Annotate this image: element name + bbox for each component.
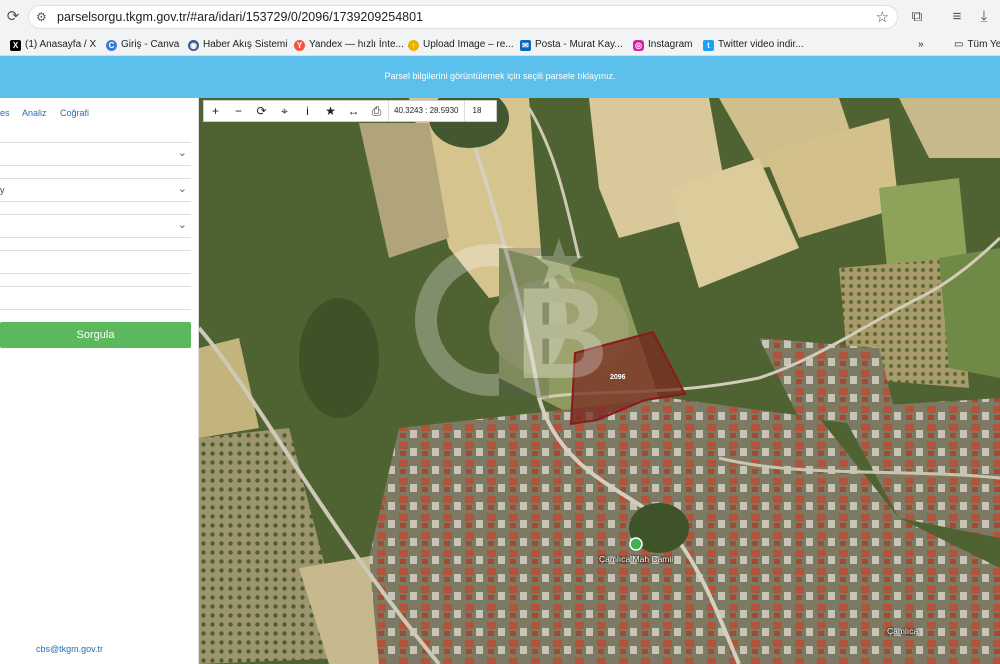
- map-toolbar: + − ⟳ ⌖ i ★ ↔ ⎙ 40.3243 : 28.5930 18: [203, 100, 497, 122]
- bookmark-item[interactable]: X (1) Anasayfa / X: [10, 37, 96, 53]
- upload-icon: ↑: [408, 39, 419, 51]
- bookmark-item[interactable]: Y Yandex — hızlı İnte...: [294, 37, 404, 53]
- bookmark-folder-label: Tüm Ye: [967, 39, 1000, 50]
- il-select[interactable]: ⌄: [0, 142, 191, 166]
- contact-email-link[interactable]: cbs@tkgm.gov.tr: [36, 644, 103, 654]
- extensions-icon[interactable]: ⧉: [908, 8, 926, 26]
- bookmark-label: Giriş - Canva: [121, 39, 180, 50]
- ilce-select[interactable]: y ⌄: [0, 178, 191, 202]
- locate-icon[interactable]: ⌖: [273, 101, 296, 121]
- bookmark-label: Upload Image – re...: [423, 39, 514, 50]
- instagram-icon: ◎: [633, 39, 644, 51]
- field-value: y: [0, 185, 5, 195]
- zoom-in-icon[interactable]: +: [204, 101, 227, 121]
- bookmark-item[interactable]: ✉ Posta - Murat Kay...: [520, 37, 623, 53]
- url-field[interactable]: ⚙ parselsorgu.tkgm.gov.tr/#ara/idari/153…: [28, 5, 898, 29]
- twitter-icon: t: [703, 39, 714, 51]
- chevron-down-icon: ⌄: [177, 183, 187, 195]
- bookmark-item[interactable]: ◎ Instagram: [633, 37, 692, 53]
- mosque-marker-icon[interactable]: [629, 537, 643, 551]
- browser-address-bar: ⟳ ⚙ parselsorgu.tkgm.gov.tr/#ara/idari/1…: [0, 0, 1000, 34]
- tab-analiz[interactable]: Analiz: [22, 108, 47, 118]
- measure-icon[interactable]: ↔: [342, 101, 365, 121]
- bookmark-item[interactable]: t Twitter video indir...: [703, 37, 804, 53]
- bookmarks-overflow[interactable]: »: [918, 37, 924, 53]
- bookmark-label: Posta - Murat Kay...: [535, 39, 623, 50]
- bookmark-label: Yandex — hızlı İnte...: [309, 39, 404, 50]
- site-info-icon[interactable]: ⚙: [36, 10, 47, 24]
- parcel-number-label: 2096: [610, 374, 626, 381]
- coordinate-readout: 40.3243 : 28.5930: [394, 106, 459, 115]
- bookmark-label: Twitter video indir...: [718, 39, 804, 50]
- tab-parsel[interactable]: es: [0, 108, 10, 118]
- reload-icon[interactable]: ⟳: [4, 8, 22, 26]
- x-logo-icon: X: [10, 39, 21, 51]
- zoom-out-icon[interactable]: −: [227, 101, 250, 121]
- bookmark-item[interactable]: ↑ Upload Image – re...: [408, 37, 514, 53]
- ada-input[interactable]: [0, 250, 191, 274]
- yandex-icon: Y: [294, 39, 305, 51]
- chevron-down-icon: ⌄: [177, 219, 187, 231]
- media-icon[interactable]: ≡: [948, 8, 966, 26]
- bookmark-label: (1) Anasayfa / X: [25, 39, 97, 50]
- satellite-imagery: B: [199, 98, 1000, 664]
- bookmark-label: Haber Akış Sistemi: [203, 39, 288, 50]
- bookmark-label: Instagram: [648, 39, 693, 50]
- favorite-icon[interactable]: ★: [319, 101, 342, 121]
- url-text: parselsorgu.tkgm.gov.tr/#ara/idari/15372…: [57, 10, 424, 24]
- parsel-input[interactable]: [0, 286, 191, 310]
- mail-icon: ✉: [520, 39, 531, 51]
- chevron-down-icon: ⌄: [177, 147, 187, 159]
- sorgula-button[interactable]: Sorgula: [0, 322, 191, 348]
- bookmarks-bar: X (1) Anasayfa / X C Giriş - Canva ◉ Hab…: [0, 34, 1000, 56]
- satellite-map[interactable]: B + − ⟳ ⌖ i ★ ↔ ⎙ 40.3243 : 28.5930 18 2…: [199, 98, 1000, 664]
- download-icon[interactable]: ⤓: [975, 8, 993, 26]
- zoom-level: 18: [472, 106, 482, 115]
- rss-icon: ◉: [188, 39, 199, 51]
- bookmark-folder[interactable]: ▭ Tüm Ye: [954, 37, 1000, 53]
- bookmark-item[interactable]: C Giriş - Canva: [106, 37, 179, 53]
- canva-icon: C: [106, 39, 117, 51]
- info-banner: Parsel bilgilerini görüntülemek için seç…: [0, 56, 1000, 98]
- place-label: Çamlıca: [887, 626, 919, 636]
- mahalle-select[interactable]: ⌄: [0, 214, 191, 238]
- info-icon[interactable]: i: [296, 101, 319, 121]
- tab-cografi[interactable]: Coğrafi: [60, 108, 89, 118]
- folder-icon: ▭: [954, 39, 964, 50]
- bookmark-star-icon[interactable]: ☆: [876, 8, 889, 26]
- svg-text:B: B: [515, 260, 609, 406]
- mosque-label: Çamlıca Mah Camii: [599, 554, 674, 564]
- bookmark-item[interactable]: ◉ Haber Akış Sistemi: [188, 37, 287, 53]
- print-icon[interactable]: ⎙: [365, 101, 388, 121]
- refresh-icon[interactable]: ⟳: [250, 101, 273, 121]
- info-banner-text: Parsel bilgilerini görüntülemek için seç…: [384, 71, 616, 81]
- query-panel: es Analiz Coğrafi ⌄ y ⌄ ⌄ Sorgula cbs@tk…: [0, 98, 199, 664]
